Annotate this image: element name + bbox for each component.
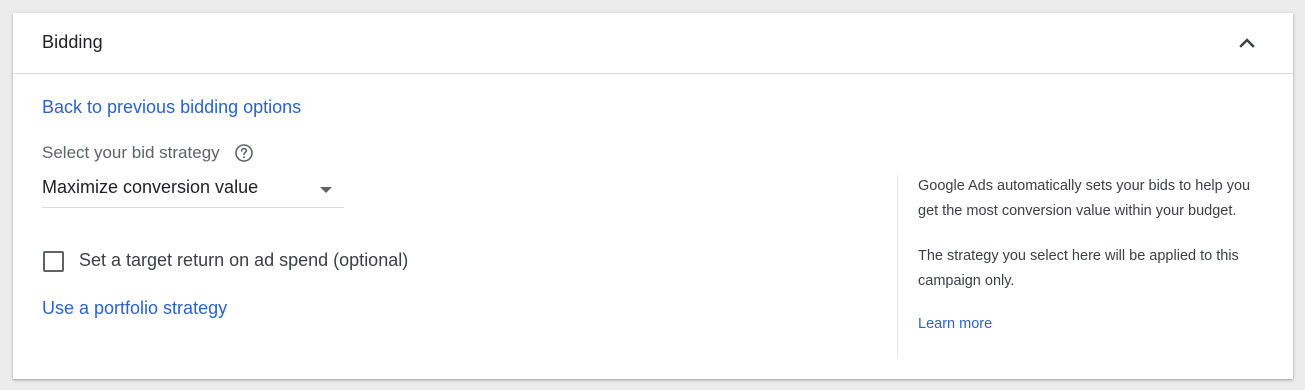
bidding-card-header[interactable]: Bidding xyxy=(13,13,1293,74)
target-roas-checkbox[interactable] xyxy=(43,251,64,272)
bid-strategy-selected-value: Maximize conversion value xyxy=(42,177,259,197)
help-circle-icon[interactable] xyxy=(234,143,254,163)
back-to-previous-bidding-link[interactable]: Back to previous bidding options xyxy=(42,97,301,118)
bid-strategy-select[interactable]: Maximize conversion value xyxy=(42,172,344,208)
section-title: Bidding xyxy=(42,32,103,52)
learn-more-link[interactable]: Learn more xyxy=(918,316,992,332)
strategy-scope-note: The strategy you select here will be app… xyxy=(918,248,1239,289)
chevron-up-icon[interactable] xyxy=(1233,29,1261,57)
target-roas-label[interactable]: Set a target return on ad spend (optiona… xyxy=(79,250,408,271)
vertical-divider xyxy=(897,175,898,358)
bidding-card: Bidding Back to previous bidding options… xyxy=(13,13,1293,379)
strategy-description: Google Ads automatically sets your bids … xyxy=(918,178,1251,219)
portfolio-strategy-link[interactable]: Use a portfolio strategy xyxy=(42,298,227,319)
bid-strategy-label: Select your bid strategy xyxy=(42,143,220,162)
dropdown-arrow-icon xyxy=(319,182,333,193)
